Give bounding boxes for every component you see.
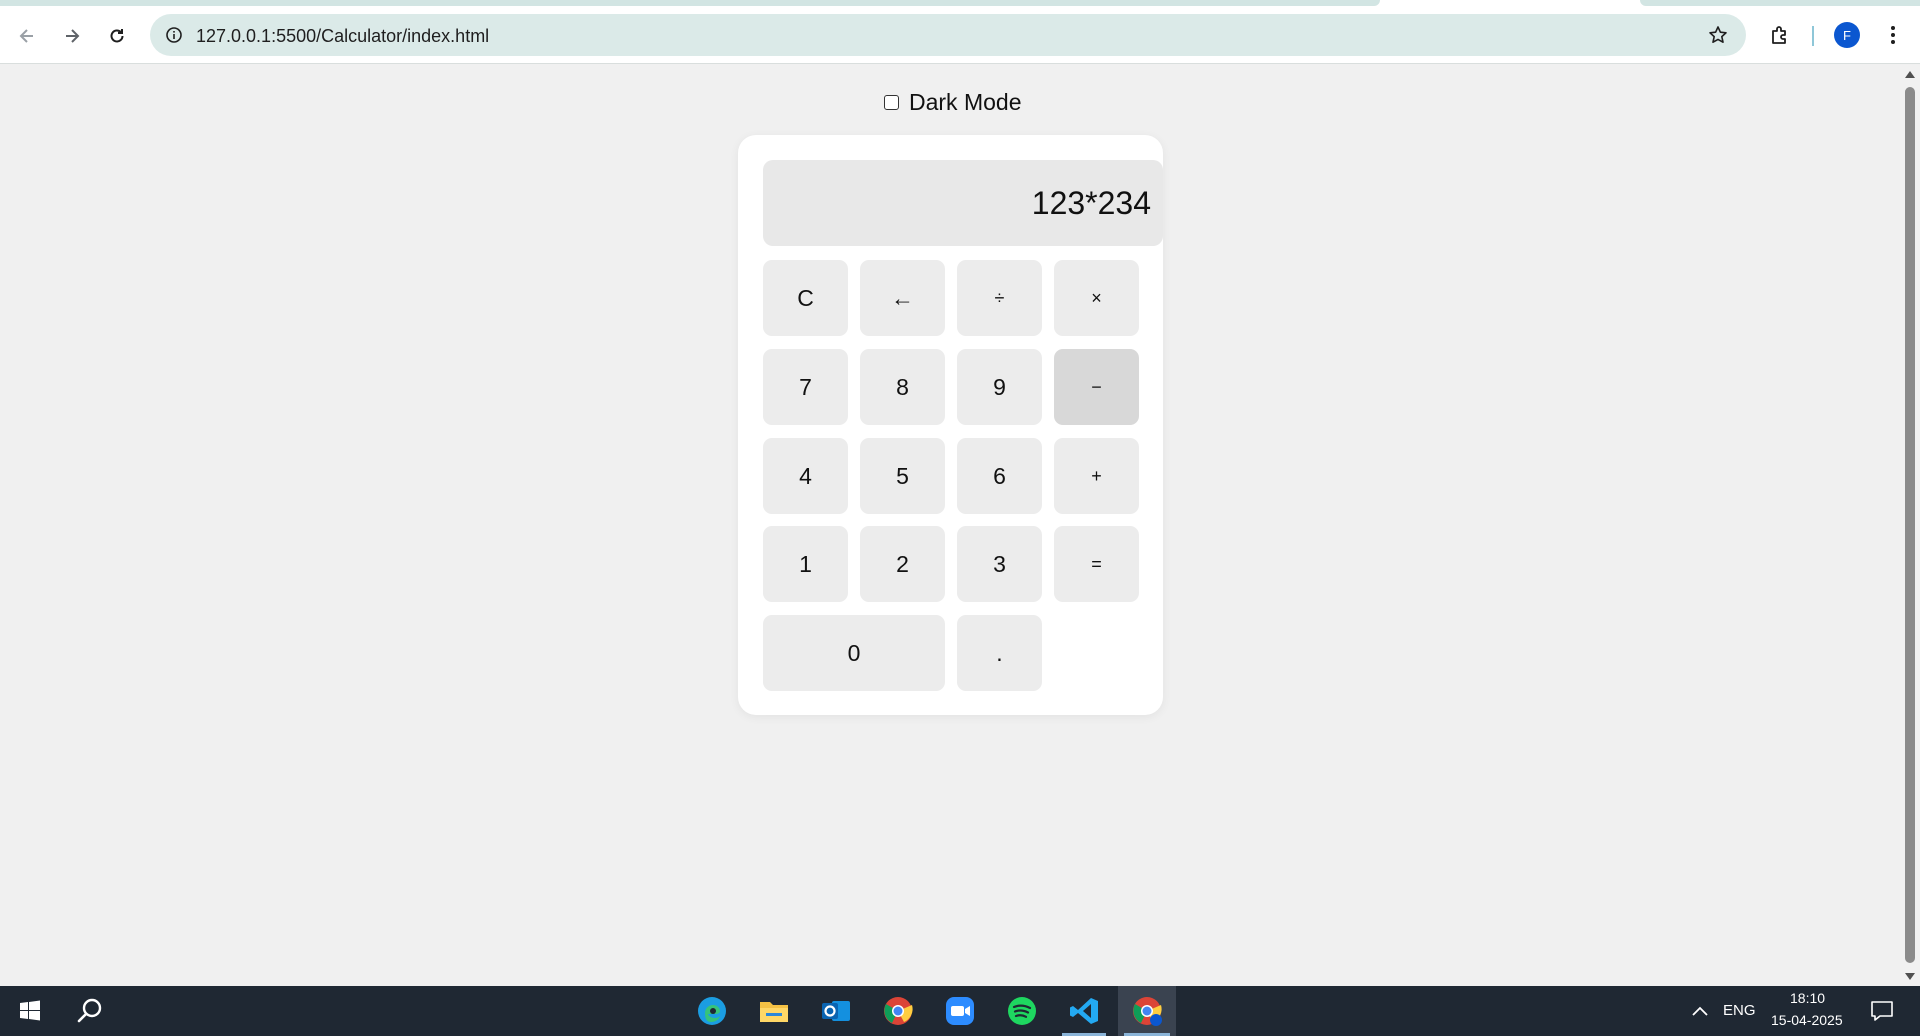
url-text[interactable]: 127.0.0.1:5500/Calculator/index.html — [196, 26, 489, 47]
page-scrollbar[interactable] — [1900, 65, 1920, 986]
toolbar-divider — [1812, 26, 1814, 46]
digit-2-button[interactable]: 2 — [860, 526, 945, 602]
chrome-profile-icon — [1133, 997, 1162, 1026]
search-button[interactable] — [62, 986, 118, 1036]
browser-toolbar: 127.0.0.1:5500/Calculator/index.html F — [0, 6, 1920, 64]
search-icon — [77, 998, 102, 1023]
forward-button[interactable] — [54, 18, 90, 54]
digit-1-button[interactable]: 1 — [763, 526, 848, 602]
outlook-icon — [822, 1001, 850, 1021]
more-vertical-icon — [1891, 26, 1895, 44]
digit-9-button[interactable]: 9 — [957, 349, 1042, 425]
site-info-button[interactable] — [162, 23, 186, 47]
digit-6-button[interactable]: 6 — [957, 438, 1042, 514]
back-arrow-icon — [19, 29, 33, 43]
clock-time[interactable]: 18:10 — [1790, 990, 1825, 1006]
forward-arrow-icon — [66, 29, 80, 43]
equals-button[interactable]: = — [1054, 526, 1139, 602]
notification-icon — [1871, 1001, 1893, 1021]
clear-button[interactable]: C — [763, 260, 848, 336]
info-icon — [166, 27, 182, 43]
show-hidden-icons-button[interactable] — [1684, 986, 1716, 1036]
digit-5-button[interactable]: 5 — [860, 438, 945, 514]
profile-avatar[interactable]: F — [1834, 22, 1860, 48]
windows-logo-icon — [20, 1000, 40, 1021]
taskbar-file-explorer[interactable] — [746, 986, 802, 1036]
digit-8-button[interactable]: 8 — [860, 349, 945, 425]
page-viewport: Dark Mode 123*234 C ← ÷ × 7 8 9 − 4 5 6 … — [0, 65, 1900, 986]
digit-4-button[interactable]: 4 — [763, 438, 848, 514]
bookmark-button[interactable] — [1706, 23, 1730, 47]
chrome-icon — [884, 997, 913, 1025]
reload-icon — [110, 29, 124, 43]
taskbar-outlook[interactable] — [808, 986, 864, 1036]
scroll-up-arrow-icon[interactable] — [1905, 71, 1915, 78]
address-bar[interactable]: 127.0.0.1:5500/Calculator/index.html — [150, 14, 1746, 56]
language-indicator[interactable]: ENG — [1723, 1002, 1756, 1019]
reload-button[interactable] — [99, 18, 135, 54]
scroll-down-arrow-icon[interactable] — [1905, 973, 1915, 980]
calculator-display: 123*234 — [763, 160, 1163, 246]
taskbar-chrome-profile[interactable] — [1118, 986, 1176, 1036]
taskbar-vscode[interactable] — [1056, 986, 1112, 1036]
browser-menu-button[interactable] — [1880, 20, 1906, 50]
taskbar-chrome[interactable] — [870, 986, 926, 1036]
taskbar-zoom[interactable] — [932, 986, 988, 1036]
scrollbar-thumb[interactable] — [1905, 87, 1915, 963]
divide-button[interactable]: ÷ — [957, 260, 1042, 336]
backspace-button[interactable]: ← — [860, 260, 945, 336]
multiply-button[interactable]: × — [1054, 260, 1139, 336]
plus-button[interactable]: + — [1054, 438, 1139, 514]
zoom-icon — [946, 997, 974, 1025]
decimal-button[interactable]: . — [957, 615, 1042, 691]
back-button[interactable] — [9, 18, 45, 54]
dark-mode-toggle[interactable]: Dark Mode — [884, 89, 1021, 116]
digit-3-button[interactable]: 3 — [957, 526, 1042, 602]
digit-7-button[interactable]: 7 — [763, 349, 848, 425]
digit-0-button[interactable]: 0 — [763, 615, 945, 691]
taskbar-spotify[interactable] — [994, 986, 1050, 1036]
puzzle-icon — [1772, 26, 1786, 44]
dark-mode-checkbox[interactable] — [884, 95, 899, 110]
star-icon — [1709, 26, 1727, 43]
extensions-button[interactable] — [1765, 20, 1795, 50]
file-explorer-icon — [760, 1002, 788, 1022]
notification-center-button[interactable] — [1862, 986, 1902, 1036]
dark-mode-label: Dark Mode — [909, 89, 1022, 115]
vscode-icon — [1070, 998, 1098, 1024]
chevron-up-icon — [1692, 1006, 1708, 1016]
start-button[interactable] — [2, 986, 58, 1036]
calculator: 123*234 C ← ÷ × 7 8 9 − 4 5 6 + 1 2 3 = … — [738, 135, 1163, 715]
clock-date[interactable]: 15-04-2025 — [1771, 1012, 1843, 1028]
edge-icon — [698, 997, 726, 1025]
spotify-icon — [1008, 997, 1036, 1025]
taskbar-edge[interactable] — [684, 986, 740, 1036]
minus-button[interactable]: − — [1054, 349, 1139, 425]
taskbar: ENG 18:10 15-04-2025 — [0, 986, 1920, 1036]
